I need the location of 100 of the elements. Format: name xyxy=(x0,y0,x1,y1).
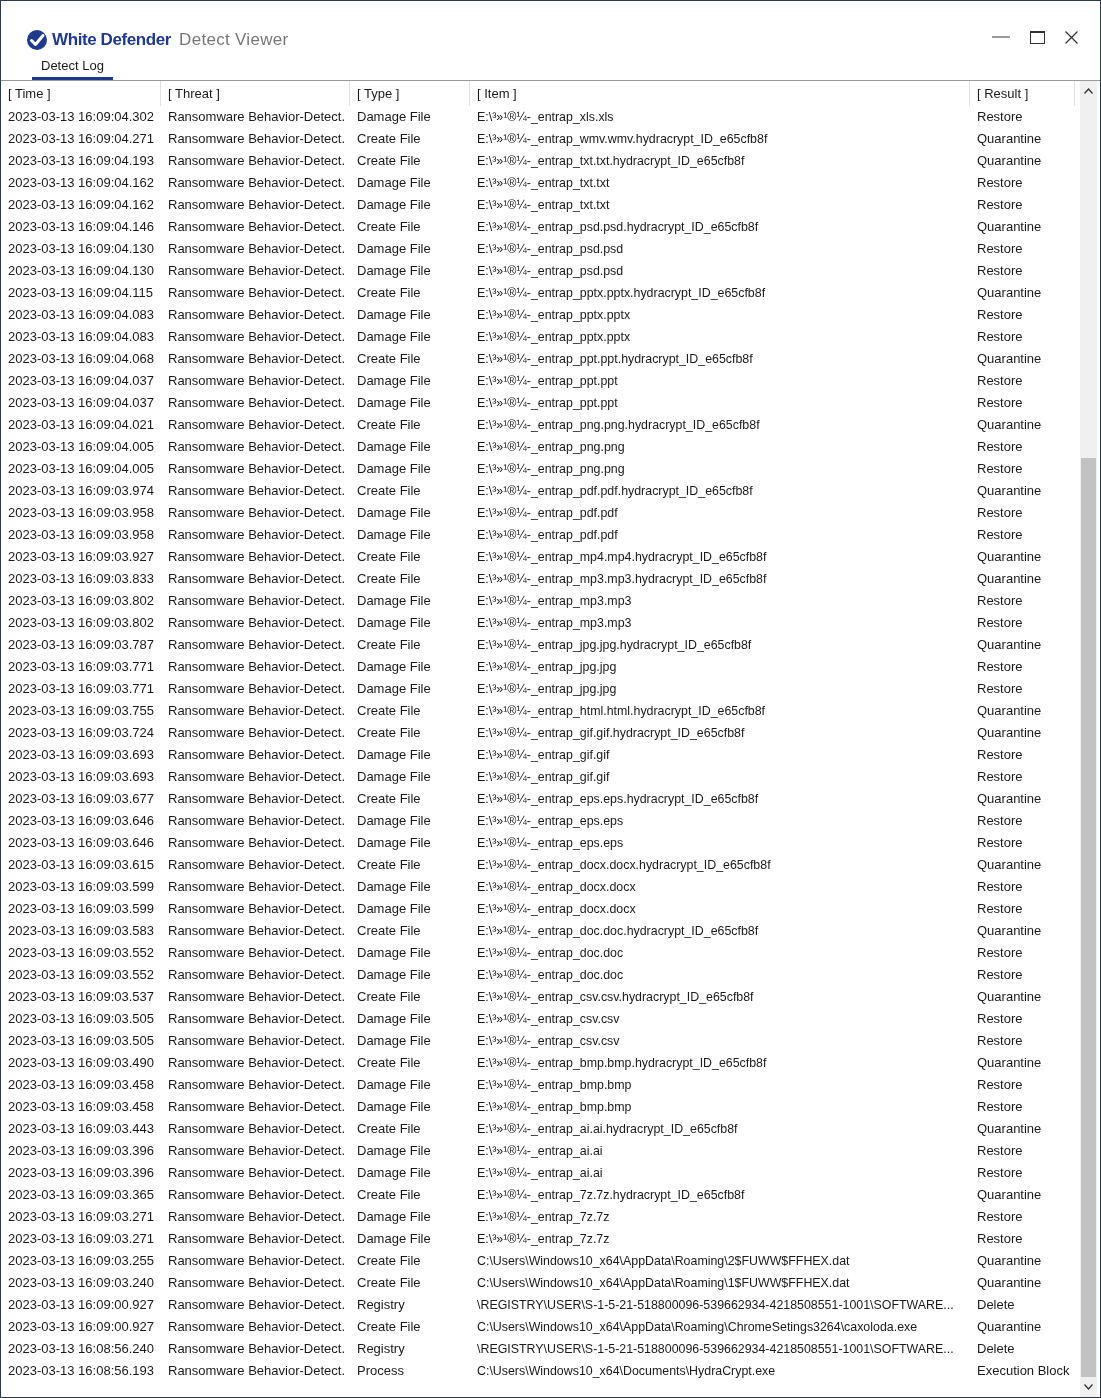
table-cell-text: Ransomware Behavior-Detect. xyxy=(168,548,346,566)
table-cell-text: 2023-03-13 16:09:03.958 xyxy=(8,526,154,544)
table-cell-text: E:\³»¹®¼-_entrap_psd.psd xyxy=(477,241,624,258)
table-cell-text: 2023-03-13 16:09:04.130 xyxy=(8,262,154,280)
table-cell-text: Ransomware Behavior-Detect. xyxy=(168,768,346,786)
table-cell-text: Damage File xyxy=(357,680,431,698)
table-cell-text: Ransomware Behavior-Detect. xyxy=(168,394,346,412)
table-cell-text: Damage File xyxy=(357,174,431,192)
table-cell-text: E:\³»¹®¼-_entrap_bmp.bmp xyxy=(477,1099,632,1116)
table-cell-text: Ransomware Behavior-Detect. xyxy=(168,724,346,742)
table-cell-text: Damage File xyxy=(357,746,431,764)
table-cell-text: E:\³»¹®¼-_entrap_pptx.pptx xyxy=(477,307,631,324)
table-cell-text: E:\³»¹®¼-_entrap_csv.csv xyxy=(477,1033,620,1050)
table-cell-text: Damage File xyxy=(357,1032,431,1050)
table-cell-text: 2023-03-13 16:09:03.505 xyxy=(8,1032,154,1050)
close-icon[interactable] xyxy=(1065,30,1078,44)
table-cell-text: Ransomware Behavior-Detect. xyxy=(168,1076,346,1094)
table-cell-text: E:\³»¹®¼-_entrap_txt.txt.hydracrypt_ID_e65cfb8f xyxy=(477,153,745,170)
table-cell-text: 2023-03-13 16:09:03.271 xyxy=(8,1230,154,1248)
table-cell-text: Delete xyxy=(977,1296,1015,1314)
maximize-icon[interactable] xyxy=(1030,30,1045,44)
table-cell-text: Ransomware Behavior-Detect. xyxy=(168,130,346,148)
table-cell-text: Restore xyxy=(977,966,1023,984)
table-cell-text: Damage File xyxy=(357,240,431,258)
table-cell-text: Create File xyxy=(357,1252,421,1270)
table-cell-text: 2023-03-13 16:09:03.443 xyxy=(8,1120,154,1138)
table-cell-text: Quarantine xyxy=(977,350,1042,368)
table-cell-text: 2023-03-13 16:09:03.771 xyxy=(8,680,154,698)
table-cell-text: Quarantine xyxy=(977,482,1042,500)
table-cell-text: Ransomware Behavior-Detect. xyxy=(168,1120,346,1138)
table-cell-text: 2023-03-13 16:09:03.646 xyxy=(8,834,154,852)
table-cell-text: Ransomware Behavior-Detect. xyxy=(168,812,346,830)
table-cell-text: Quarantine xyxy=(977,856,1042,874)
table-cell-text: Quarantine xyxy=(977,416,1042,434)
column-header[interactable]: [ Result ] xyxy=(977,81,1029,106)
table-cell-text: 2023-03-13 16:09:03.974 xyxy=(8,482,154,500)
table-cell-text: Quarantine xyxy=(977,548,1042,566)
column-header[interactable]: [ Type ] xyxy=(357,81,400,106)
table-cell-text: Damage File xyxy=(357,1164,431,1182)
table-cell-text: Create File xyxy=(357,1186,421,1204)
table-cell-text: Ransomware Behavior-Detect. xyxy=(168,438,346,456)
column-header[interactable]: [ Threat ] xyxy=(168,81,220,106)
column-header[interactable]: [ Time ] xyxy=(8,81,51,106)
table-cell-text: Ransomware Behavior-Detect. xyxy=(168,966,346,984)
table-cell-text: Ransomware Behavior-Detect. xyxy=(168,1164,346,1182)
table-cell-text: Restore xyxy=(977,526,1023,544)
table-cell-text: 2023-03-13 16:09:04.162 xyxy=(8,174,154,192)
scrollbar[interactable] xyxy=(1080,81,1097,1397)
table-cell-text: Ransomware Behavior-Detect. xyxy=(168,746,346,764)
scrollbar-thumb[interactable] xyxy=(1081,458,1096,1377)
table-cell-text: E:\³»¹®¼-_entrap_bmp.bmp xyxy=(477,1077,632,1094)
table-cell-text: 2023-03-13 16:09:04.115 xyxy=(8,284,154,302)
table-cell-text: Ransomware Behavior-Detect. xyxy=(168,196,346,214)
table-cell-text: Restore xyxy=(977,438,1023,456)
table-cell-text: Restore xyxy=(977,1208,1023,1226)
table-cell-text: E:\³»¹®¼-_entrap_mp3.mp3 xyxy=(477,593,632,610)
table-cell-text: Ransomware Behavior-Detect. xyxy=(168,1340,346,1358)
table-cell-text: Restore xyxy=(977,108,1023,126)
table-cell-text: Restore xyxy=(977,944,1023,962)
table-cell-text: Restore xyxy=(977,306,1023,324)
table-cell-text: Ransomware Behavior-Detect. xyxy=(168,1362,346,1380)
table-cell-text: E:\³»¹®¼-_entrap_txt.txt xyxy=(477,197,610,214)
table-cell-text: 2023-03-13 16:09:04.005 xyxy=(8,460,154,478)
table-cell-text: Create File xyxy=(357,1274,421,1292)
table-cell-text: 2023-03-13 16:09:04.193 xyxy=(8,152,154,170)
table-cell-text: Restore xyxy=(977,1230,1023,1248)
table-cell-text: E:\³»¹®¼-_entrap_png.png xyxy=(477,439,625,456)
table-cell-text: Ransomware Behavior-Detect. xyxy=(168,944,346,962)
table-cell-text: Ransomware Behavior-Detect. xyxy=(168,328,346,346)
table-cell-text: E:\³»¹®¼-_entrap_ai.ai xyxy=(477,1165,603,1182)
table-cell-text: E:\³»¹®¼-_entrap_pdf.pdf xyxy=(477,505,618,522)
table-cell-text: E:\³»¹®¼-_entrap_wmv.wmv.hydracrypt_ID_e65cfb8f xyxy=(477,131,768,148)
table-cell-text: 2023-03-13 16:09:03.958 xyxy=(8,504,154,522)
table-cell-text: 2023-03-13 16:09:04.005 xyxy=(8,438,154,456)
table-cell-text: Damage File xyxy=(357,812,431,830)
table-cell-text: 2023-03-13 16:09:03.365 xyxy=(8,1186,154,1204)
scroll-up-icon[interactable] xyxy=(1084,88,1093,94)
table-cell-text: Damage File xyxy=(357,1208,431,1226)
table-cell-text: 2023-03-13 16:08:56.240 xyxy=(8,1340,154,1358)
table-cell-text: Quarantine xyxy=(977,988,1042,1006)
scroll-down-icon[interactable] xyxy=(1084,1384,1093,1390)
table-cell-text: \REGISTRY\USER\S-1-5-21-518800096-539662934-4218508551-1001\SOFTWARE... xyxy=(477,1297,954,1314)
table-cell-text: Restore xyxy=(977,746,1023,764)
table-cell-text: Create File xyxy=(357,1120,421,1138)
table-cell-text: 2023-03-13 16:09:00.927 xyxy=(8,1318,154,1336)
table-cell-text: Registry xyxy=(357,1340,405,1358)
table-cell-text: Damage File xyxy=(357,262,431,280)
table-cell-text: E:\³»¹®¼-_entrap_7z.7z.hydracrypt_ID_e65cfb8f xyxy=(477,1187,745,1204)
table-cell-text: Ransomware Behavior-Detect. xyxy=(168,570,346,588)
table-cell-text: Ransomware Behavior-Detect. xyxy=(168,416,346,434)
table-cell-text: Ransomware Behavior-Detect. xyxy=(168,1010,346,1028)
table-cell-text: E:\³»¹®¼-_entrap_eps.eps.hydracrypt_ID_e65cfb8f xyxy=(477,791,759,808)
table-cell-text: Ransomware Behavior-Detect. xyxy=(168,636,346,654)
tab[interactable]: Detect Log xyxy=(32,55,113,80)
table-cell-text: E:\³»¹®¼-_entrap_pptx.pptx.hydracrypt_ID_e65cfb8f xyxy=(477,285,766,302)
table-cell-text: Quarantine xyxy=(977,636,1042,654)
table-cell-text: Delete xyxy=(977,1340,1015,1358)
table-cell-text: Ransomware Behavior-Detect. xyxy=(168,592,346,610)
column-header[interactable]: [ Item ] xyxy=(477,81,517,106)
table-cell-text: 2023-03-13 16:09:04.037 xyxy=(8,372,154,390)
